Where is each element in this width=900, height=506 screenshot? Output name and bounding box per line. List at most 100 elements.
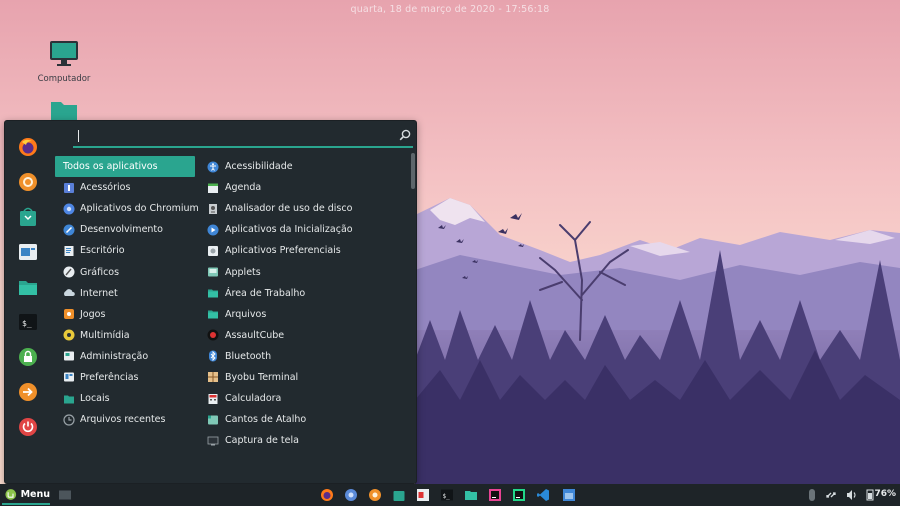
desktop-folder-icon: [208, 289, 218, 298]
logout-icon[interactable]: [17, 381, 39, 403]
category-internet[interactable]: Internet: [55, 283, 195, 304]
software-icon[interactable]: [17, 206, 39, 228]
settings-icon[interactable]: [17, 241, 39, 263]
search-icon[interactable]: [399, 129, 411, 141]
app-list-scrollbar[interactable]: [411, 153, 415, 189]
category-games[interactable]: Jogos: [55, 304, 195, 325]
app-label: Captura de tela: [225, 435, 299, 447]
category-label: Acessórios: [80, 182, 131, 194]
category-chromium-apps[interactable]: Aplicativos do Chromium: [55, 198, 199, 219]
software-icon[interactable]: [392, 488, 406, 502]
category-preferences[interactable]: Preferências: [55, 367, 195, 388]
panel-clock[interactable]: quarta, 18 de março de 2020 - 17:56:18: [0, 4, 900, 15]
chromium-apps-icon: [63, 203, 75, 215]
graphics-icon: [63, 266, 75, 278]
app-item[interactable]: Cantos de Atalho: [207, 409, 403, 430]
app-item[interactable]: Aplicativos Preferenciais: [207, 240, 403, 261]
svg-text:$_: $_: [22, 319, 32, 328]
category-label: Jogos: [80, 308, 106, 320]
preferred-apps-icon: [208, 245, 218, 256]
lock-icon[interactable]: [17, 346, 39, 368]
show-desktop-icon[interactable]: [58, 488, 72, 502]
app-item[interactable]: Aplicativos da Inicialização: [207, 219, 403, 240]
battery-percentage: 76%: [874, 489, 896, 499]
category-office[interactable]: Escritório: [55, 240, 195, 261]
bluetooth-icon[interactable]: [805, 488, 819, 502]
category-label: Locais: [80, 393, 110, 405]
startup-apps-icon: [207, 224, 219, 236]
games-icon: [64, 309, 74, 320]
app-item[interactable]: Agenda: [207, 177, 403, 198]
development-icon: [63, 224, 75, 236]
app-item[interactable]: Acessibilidade: [207, 156, 403, 177]
app-label: Calculadora: [225, 393, 282, 405]
category-places[interactable]: Locais: [55, 388, 195, 409]
volume-icon[interactable]: [845, 488, 859, 502]
category-administration[interactable]: Administração: [55, 346, 195, 367]
computer-icon: [50, 41, 78, 66]
terminal-icon[interactable]: $_: [440, 488, 454, 502]
chromium-icon[interactable]: [344, 488, 358, 502]
app-item[interactable]: Captura de tela: [207, 430, 403, 451]
app-item[interactable]: Arquivos: [207, 304, 403, 325]
app-window-icon[interactable]: [562, 488, 576, 502]
category-accessories[interactable]: Acessórios: [55, 177, 195, 198]
settings-icon[interactable]: [416, 488, 430, 502]
app-item[interactable]: Área de Trabalho: [207, 283, 403, 304]
app-label: Applets: [225, 266, 261, 278]
assaultcube-icon: [207, 329, 219, 341]
category-label: Desenvolvimento: [80, 224, 163, 236]
firefox-icon[interactable]: [320, 488, 334, 502]
accessories-icon: [64, 182, 74, 193]
orange-app-icon[interactable]: [368, 488, 382, 502]
app-item[interactable]: Analisador de uso de disco: [207, 198, 403, 219]
accessibility-icon: [207, 161, 219, 173]
category-label: Todos os aplicativos: [63, 161, 158, 173]
category-multimedia[interactable]: Multimídia: [55, 325, 195, 346]
category-label: Arquivos recentes: [80, 414, 166, 426]
category-graphics[interactable]: Gráficos: [55, 261, 195, 282]
category-label: Preferências: [80, 371, 139, 383]
desktop-icon-computer[interactable]: Computador: [29, 40, 99, 84]
svg-text:$_: $_: [443, 493, 451, 500]
files-icon[interactable]: [17, 276, 39, 298]
favorites-column: $_: [5, 121, 53, 483]
app-item[interactable]: AssaultCube: [207, 325, 403, 346]
multimedia-icon: [63, 329, 75, 341]
category-recent-files[interactable]: Arquivos recentes: [55, 409, 195, 430]
bluetooth-icon: [209, 350, 217, 362]
files-icon[interactable]: [464, 488, 478, 502]
menu-button[interactable]: Menu: [2, 485, 50, 505]
app-item[interactable]: Applets: [207, 261, 403, 282]
app-item[interactable]: Byobu Terminal: [207, 367, 403, 388]
shutdown-icon[interactable]: [17, 416, 39, 438]
pycharm-icon[interactable]: [512, 488, 526, 502]
home-folder-icon: [51, 102, 77, 120]
desktop-icon-label: Computador: [37, 74, 91, 84]
category-label: Aplicativos do Chromium: [80, 203, 199, 215]
terminal-icon[interactable]: $_: [17, 311, 39, 333]
administration-icon: [64, 351, 74, 361]
app-item[interactable]: Bluetooth: [207, 346, 403, 367]
category-development[interactable]: Desenvolvimento: [55, 219, 195, 240]
category-all-applications[interactable]: Todos os aplicativos: [55, 156, 195, 178]
intellij-icon[interactable]: [488, 488, 502, 502]
search-box[interactable]: [73, 126, 413, 148]
files-folder-icon: [208, 310, 218, 319]
byobu-terminal-icon: [208, 372, 218, 383]
calculator-icon: [208, 393, 218, 404]
mint-logo-icon: [5, 488, 17, 500]
app-item[interactable]: Calculadora: [207, 388, 403, 409]
search-input[interactable]: [73, 126, 393, 146]
app-label: Arquivos: [225, 308, 267, 320]
calendar-icon: [208, 183, 218, 193]
app-label: Aplicativos da Inicialização: [225, 224, 353, 236]
vscode-icon[interactable]: [536, 488, 550, 502]
chromium-icon[interactable]: [17, 171, 39, 193]
hot-corners-icon: [208, 415, 218, 425]
office-icon: [64, 245, 74, 256]
app-label: Área de Trabalho: [225, 287, 306, 299]
firefox-icon[interactable]: [17, 136, 39, 158]
network-icon[interactable]: [825, 488, 839, 502]
preferences-icon: [64, 372, 74, 382]
